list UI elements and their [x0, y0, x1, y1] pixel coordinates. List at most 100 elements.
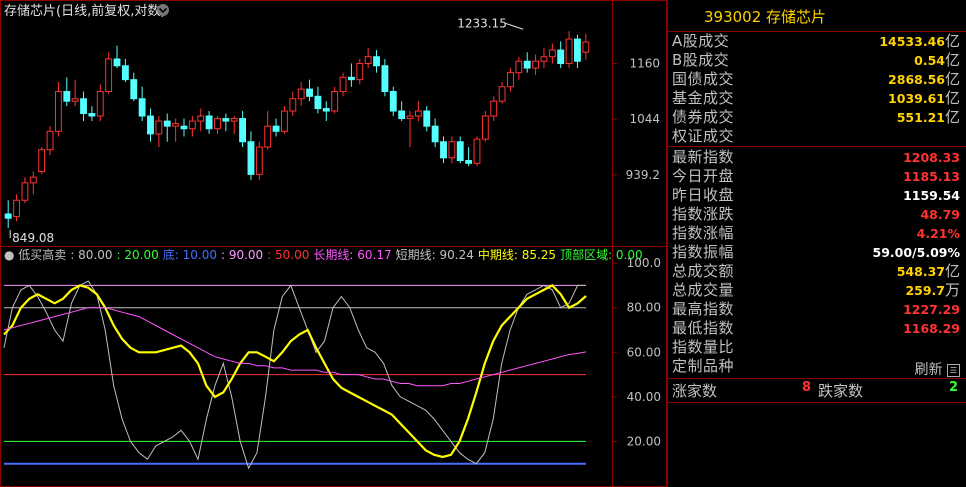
y-tick-label: 40.00: [627, 390, 661, 404]
quote-panel: 393002 存储芯片 A股成交 14533.46亿 B股成交 0.54亿 国债成交 28…: [667, 0, 966, 487]
stat-number: 48.79: [920, 207, 960, 222]
candle[interactable]: [264, 111, 272, 150]
candle[interactable]: [431, 118, 439, 148]
candle[interactable]: [574, 34, 581, 69]
candle[interactable]: [507, 68, 514, 92]
chevron-down-icon[interactable]: [157, 4, 169, 16]
candle[interactable]: [540, 47, 548, 69]
legend-entry: : 80.00: [70, 248, 112, 262]
candle[interactable]: [490, 96, 498, 122]
index-code: 393002: [704, 8, 762, 26]
candle[interactable]: [456, 136, 464, 164]
candle[interactable]: [222, 113, 230, 132]
kline-chart[interactable]: 1233.15 849.08: [4, 16, 590, 245]
candle[interactable]: [356, 58, 364, 85]
candle[interactable]: [247, 131, 255, 181]
candle[interactable]: [71, 79, 79, 107]
candle[interactable]: [163, 113, 171, 142]
candle[interactable]: [465, 147, 473, 167]
candle[interactable]: [414, 101, 422, 122]
legend-toggle-icon[interactable]: ●: [4, 248, 18, 262]
candle[interactable]: [205, 111, 213, 134]
candle[interactable]: [331, 86, 339, 114]
legend-entry: 中期线: 85.25: [478, 247, 556, 262]
stat-label: 定制品种: [672, 357, 735, 375]
candle[interactable]: [440, 136, 447, 164]
legend-entry: 短期线: 90.24: [396, 248, 474, 262]
stat-value: 1227.29: [903, 300, 960, 319]
candle[interactable]: [481, 111, 489, 142]
candle[interactable]: [297, 82, 305, 107]
candle[interactable]: [188, 116, 196, 137]
candle[interactable]: [532, 54, 540, 75]
candle[interactable]: [4, 200, 12, 229]
candle[interactable]: [63, 77, 71, 107]
candle[interactable]: [88, 106, 96, 122]
indicator-series-line[interactable]: [3, 284, 587, 459]
candle[interactable]: [272, 118, 280, 137]
indicator-series-line[interactable]: [3, 307, 587, 387]
candle[interactable]: [38, 147, 46, 175]
legend-entry: : 50.00: [267, 248, 309, 262]
stat-row: 总成交量 259.7万: [670, 281, 962, 299]
candle[interactable]: [347, 63, 355, 87]
candle[interactable]: [314, 86, 322, 114]
candle[interactable]: [113, 45, 121, 69]
candle[interactable]: [121, 58, 129, 83]
candle[interactable]: [306, 79, 313, 102]
candle[interactable]: [54, 82, 62, 137]
candle[interactable]: [147, 108, 154, 142]
candle[interactable]: [322, 101, 330, 122]
candle[interactable]: [406, 111, 414, 148]
candle[interactable]: [548, 43, 556, 64]
candle[interactable]: [29, 171, 37, 195]
candle[interactable]: [130, 72, 138, 102]
candle[interactable]: [155, 116, 163, 148]
candle[interactable]: [214, 116, 221, 134]
candle[interactable]: [105, 52, 113, 94]
refresh-button[interactable]: 刷新 ☰: [915, 359, 960, 379]
candle[interactable]: [230, 116, 238, 134]
candle[interactable]: [339, 72, 347, 97]
candle[interactable]: [448, 136, 456, 164]
candle[interactable]: [172, 118, 180, 142]
candle[interactable]: [515, 56, 523, 80]
candle[interactable]: [498, 82, 506, 104]
stat-value: 1185.13: [903, 167, 960, 186]
annotation-label: 1233.15: [457, 16, 507, 30]
candle[interactable]: [557, 41, 565, 69]
candle[interactable]: [423, 106, 431, 132]
candle[interactable]: [138, 86, 146, 122]
candle[interactable]: [373, 50, 380, 73]
candle[interactable]: [96, 84, 104, 122]
indicator-chart[interactable]: [3, 280, 587, 470]
candle[interactable]: [523, 52, 531, 73]
refresh-icon: ☰: [947, 363, 960, 377]
candle[interactable]: [21, 177, 29, 204]
candle[interactable]: [389, 86, 397, 117]
candle[interactable]: [281, 106, 288, 134]
stat-row: 权证成交: [670, 127, 962, 145]
candle[interactable]: [364, 47, 372, 69]
stat-row: 指数涨幅 4.21%: [670, 224, 962, 242]
candle[interactable]: [80, 91, 87, 122]
candle[interactable]: [255, 141, 263, 181]
candle[interactable]: [289, 91, 297, 117]
candle[interactable]: [13, 194, 20, 222]
stat-number: 14533.46: [879, 34, 945, 49]
candle[interactable]: [582, 33, 590, 60]
candle[interactable]: [239, 111, 247, 148]
low-annotation: 849.08: [9, 230, 54, 245]
candle[interactable]: [197, 108, 205, 132]
candle[interactable]: [46, 126, 54, 156]
stat-unit: 万: [944, 281, 960, 299]
chart-title: 存储芯片(日线,前复权,对数): [4, 3, 165, 19]
candle[interactable]: [473, 136, 481, 167]
candle[interactable]: [180, 118, 188, 137]
candle[interactable]: [381, 58, 389, 97]
stat-label: 昨日收盘: [672, 186, 735, 204]
candle[interactable]: [565, 31, 573, 69]
stat-row: 最新指数 1208.33: [670, 148, 962, 166]
candle[interactable]: [398, 101, 406, 122]
legend-entry: : 90.00: [221, 248, 263, 262]
